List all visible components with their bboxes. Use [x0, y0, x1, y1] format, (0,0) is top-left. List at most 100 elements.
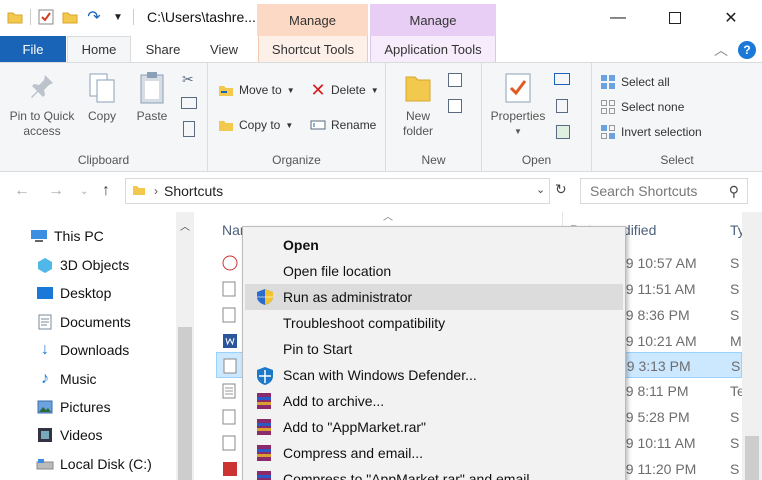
- collapse-ribbon-icon[interactable]: ︿: [714, 40, 728, 60]
- paste-shortcut-icon[interactable]: [183, 121, 195, 137]
- desktop-icon: [36, 285, 54, 301]
- copy-button[interactable]: Copy: [84, 71, 120, 124]
- history-icon[interactable]: [556, 125, 570, 139]
- menu-item-label: Add to "AppMarket.rar": [283, 419, 427, 435]
- scroll-thumb[interactable]: [745, 436, 759, 480]
- nav-item-label: Downloads: [60, 342, 130, 358]
- shortcut-file-icon: [222, 409, 238, 425]
- rename-icon: [310, 117, 326, 133]
- pin-to-quick-access-button[interactable]: Pin to Quick access: [6, 71, 78, 139]
- invert-selection-button[interactable]: Invert selection: [600, 121, 702, 143]
- quick-access-toolbar: ↷ ▼: [6, 8, 134, 26]
- nav-item-3d-objects[interactable]: 3D Objects: [36, 254, 129, 276]
- new-item-icon[interactable]: [448, 73, 462, 87]
- tab-view[interactable]: View: [194, 36, 254, 62]
- breadcrumb-separator-icon[interactable]: ›: [154, 184, 158, 198]
- properties-icon: [502, 71, 534, 105]
- recent-locations-icon[interactable]: ⌄: [80, 186, 88, 197]
- open-with-icon[interactable]: [554, 73, 570, 85]
- menu-item-run-as-administrator[interactable]: Run as administrator: [245, 284, 623, 310]
- nav-item-music[interactable]: ♪ Music: [36, 368, 97, 390]
- title-bar: ↷ ▼ C:\Users\tashre... Manage Manage — ✕: [0, 0, 762, 36]
- help-button[interactable]: ?: [738, 41, 756, 59]
- tab-share[interactable]: Share: [134, 36, 192, 62]
- back-arrow-icon[interactable]: ←: [14, 182, 30, 200]
- text-file-icon: [222, 383, 238, 399]
- window-title: C:\Users\tashre...: [147, 9, 256, 25]
- move-to-button[interactable]: Move to ▼: [218, 79, 295, 101]
- paste-button[interactable]: Paste: [132, 71, 172, 124]
- properties-checkmark-icon[interactable]: [37, 8, 55, 26]
- download-arrow-icon: ↓: [41, 341, 49, 358]
- nav-pane-scrollbar[interactable]: ︿: [176, 212, 194, 480]
- film-icon: [36, 427, 54, 443]
- shortcut-file-icon: [223, 358, 239, 374]
- rename-button[interactable]: Rename: [310, 114, 376, 136]
- menu-item-add-to-archive[interactable]: Add to archive...: [245, 388, 623, 414]
- cube-icon: [36, 257, 54, 273]
- search-input[interactable]: Search Shortcuts ⚲: [580, 178, 748, 204]
- nav-item-desktop[interactable]: Desktop: [36, 282, 111, 304]
- organize-group-label: Organize: [272, 153, 321, 167]
- nav-item-local-disk[interactable]: Local Disk (C:): [36, 453, 152, 475]
- menu-item-open-file-location[interactable]: Open file location: [245, 258, 623, 284]
- menu-item-add-to-rar[interactable]: Add to "AppMarket.rar": [245, 414, 623, 440]
- new-group: New folder New: [386, 63, 482, 171]
- pictures-icon: [36, 399, 54, 415]
- tab-home[interactable]: Home: [67, 36, 131, 62]
- new-folder-qat-icon[interactable]: [61, 8, 79, 26]
- menu-item-label: Scan with Windows Defender...: [283, 367, 477, 383]
- scroll-thumb[interactable]: [178, 327, 192, 480]
- file-type: M: [730, 333, 742, 349]
- file-date: 19 8:11 PM: [618, 383, 689, 399]
- address-bar[interactable]: › Shortcuts: [125, 178, 550, 204]
- nav-item-documents[interactable]: Documents: [36, 311, 131, 333]
- cut-icon[interactable]: ✂: [182, 71, 194, 88]
- minimize-button[interactable]: —: [603, 6, 633, 30]
- undo-icon[interactable]: ↷: [85, 8, 103, 26]
- menu-item-troubleshoot-compatibility[interactable]: Troubleshoot compatibility: [245, 310, 623, 336]
- winrar-icon: [255, 418, 275, 436]
- select-all-button[interactable]: Select all: [600, 71, 670, 93]
- up-arrow-icon[interactable]: ↑: [102, 182, 110, 200]
- edit-icon[interactable]: [556, 99, 568, 113]
- delete-button[interactable]: ✕ Delete ▼: [310, 79, 378, 101]
- tab-shortcut-tools[interactable]: Shortcut Tools: [258, 36, 368, 62]
- nav-item-this-pc[interactable]: This PC: [30, 225, 104, 247]
- properties-button[interactable]: Properties ▼: [488, 71, 548, 139]
- nav-item-pictures[interactable]: Pictures: [36, 396, 111, 418]
- forward-arrow-icon[interactable]: →: [48, 182, 64, 200]
- context-menu: Open Open file location Run as administr…: [242, 226, 626, 480]
- shortcut-file-icon: [222, 281, 238, 297]
- easy-access-icon[interactable]: [448, 99, 462, 113]
- menu-item-pin-to-start[interactable]: Pin to Start: [245, 336, 623, 362]
- scroll-up-icon[interactable]: ︿: [180, 218, 190, 233]
- copy-path-icon[interactable]: [181, 97, 197, 109]
- address-dropdown-icon[interactable]: ⌄: [536, 183, 545, 196]
- copy-to-button[interactable]: Copy to ▼: [218, 114, 293, 136]
- select-none-button[interactable]: Select none: [600, 96, 684, 118]
- nav-item-label: Desktop: [60, 285, 112, 301]
- menu-item-open[interactable]: Open: [245, 232, 623, 258]
- menu-item-compress-to-rar-and-email[interactable]: Compress to "AppMarket.rar" and email: [245, 466, 623, 480]
- maximize-button[interactable]: [660, 6, 690, 30]
- address-row: ← → ⌄ ↑ › Shortcuts ⌄ ↻ Search Shortcuts…: [0, 172, 762, 212]
- pin-label: Pin to Quick access: [9, 109, 75, 138]
- tab-file[interactable]: File: [0, 36, 66, 62]
- menu-item-label: Pin to Start: [283, 341, 353, 357]
- tab-application-tools[interactable]: Application Tools: [370, 36, 496, 62]
- menu-item-scan-with-defender[interactable]: Scan with Windows Defender...: [245, 362, 623, 388]
- clipboard-icon: [136, 71, 168, 105]
- menu-item-compress-and-email[interactable]: Compress and email...: [245, 440, 623, 466]
- nav-item-downloads[interactable]: ↓ Downloads: [36, 339, 129, 361]
- winrar-icon: [255, 444, 275, 462]
- customize-toolbar-icon[interactable]: ▼: [109, 8, 127, 26]
- manage-application-header: Manage: [370, 4, 496, 36]
- close-button[interactable]: ✕: [716, 6, 746, 30]
- sort-indicator-icon: ︿: [383, 212, 393, 223]
- nav-item-videos[interactable]: Videos: [36, 424, 103, 446]
- file-list-scrollbar[interactable]: [742, 212, 762, 480]
- new-folder-button[interactable]: New folder: [394, 71, 442, 139]
- select-all-icon: [600, 74, 616, 90]
- refresh-icon[interactable]: ↻: [555, 181, 567, 198]
